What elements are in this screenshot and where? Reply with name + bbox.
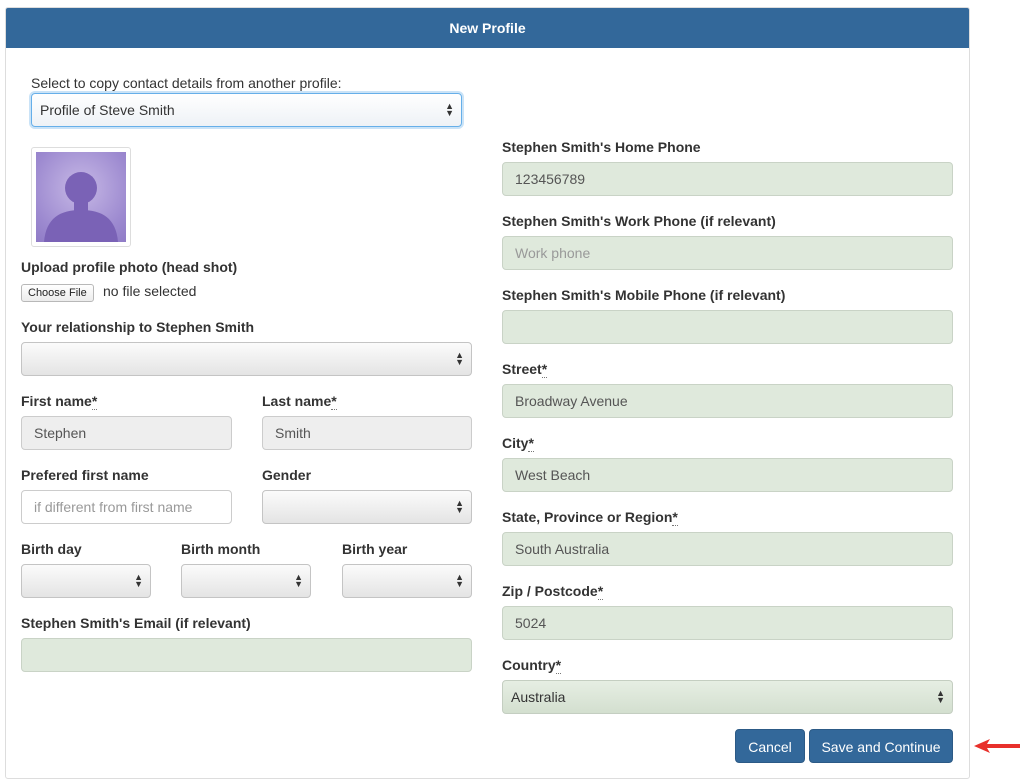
copy-profile-selected-value: Profile of Steve Smith: [40, 102, 175, 118]
state-input[interactable]: South Australia: [502, 532, 953, 566]
gender-select[interactable]: ▲ ▼: [262, 490, 472, 524]
panel-title: New Profile: [6, 8, 969, 48]
mobile-phone-label: Stephen Smith's Mobile Phone (if relevan…: [502, 287, 786, 303]
city-label: City*: [502, 435, 534, 452]
country-label-text: Country: [502, 657, 556, 673]
first-name-label-text: First name: [21, 393, 92, 409]
mobile-phone-input[interactable]: [502, 310, 953, 344]
relationship-label: Your relationship to Stephen Smith: [21, 319, 255, 335]
first-name-input[interactable]: Stephen: [21, 416, 232, 450]
profile-photo: [31, 147, 131, 247]
preferred-name-input[interactable]: if different from first name: [21, 490, 232, 524]
zip-input[interactable]: 5024: [502, 606, 953, 640]
birth-day-select[interactable]: ▲ ▼: [21, 564, 151, 598]
no-file-text: no file selected: [103, 283, 197, 299]
required-marker: *: [555, 657, 562, 674]
preferred-name-label: Prefered first name: [21, 467, 149, 483]
state-label: State, Province or Region*: [502, 509, 678, 526]
birth-month-select[interactable]: ▲ ▼: [181, 564, 311, 598]
select-arrows-icon: ▲ ▼: [936, 688, 945, 705]
country-label: Country*: [502, 657, 562, 674]
required-marker: *: [331, 393, 337, 410]
street-input[interactable]: Broadway Avenue: [502, 384, 953, 418]
birth-day-label: Birth day: [21, 541, 82, 557]
work-phone-input[interactable]: Work phone: [502, 236, 953, 270]
gender-label: Gender: [262, 467, 312, 483]
last-name-label-text: Last name: [262, 393, 332, 409]
copy-profile-select[interactable]: Profile of Steve Smith ▲ ▼: [31, 93, 462, 127]
required-marker: *: [541, 361, 548, 378]
select-arrows-icon: ▲ ▼: [455, 498, 464, 515]
relationship-select[interactable]: ▲ ▼: [21, 342, 472, 376]
avatar-placeholder-icon: [36, 152, 126, 242]
city-input[interactable]: West Beach: [502, 458, 953, 492]
required-marker: *: [597, 583, 604, 600]
first-name-label: First name*: [21, 393, 98, 410]
zip-label-text: Zip / Postcode: [502, 583, 598, 599]
zip-label: Zip / Postcode*: [502, 583, 604, 600]
upload-photo-label: Upload profile photo (head shot): [21, 259, 238, 275]
last-name-label: Last name*: [262, 393, 337, 410]
required-marker: *: [672, 509, 678, 526]
select-arrows-icon: ▲ ▼: [455, 350, 464, 367]
copy-contact-label: Select to copy contact details from anot…: [31, 75, 342, 91]
email-input[interactable]: [21, 638, 472, 672]
required-marker: *: [91, 393, 98, 410]
select-arrows-icon: ▲ ▼: [455, 572, 464, 589]
country-select[interactable]: Australia ▲ ▼: [502, 680, 953, 714]
country-value: Australia: [511, 689, 566, 705]
birth-year-label: Birth year: [342, 541, 408, 557]
birth-year-select[interactable]: ▲ ▼: [342, 564, 472, 598]
street-label: Street*: [502, 361, 548, 378]
birth-month-label: Birth month: [181, 541, 261, 557]
select-arrows-icon: ▲ ▼: [445, 101, 454, 118]
state-label-text: State, Province or Region: [502, 509, 673, 525]
email-label: Stephen Smith's Email (if relevant): [21, 615, 251, 631]
select-arrows-icon: ▲ ▼: [134, 572, 143, 589]
select-arrows-icon: ▲ ▼: [294, 572, 303, 589]
home-phone-input[interactable]: 123456789: [502, 162, 953, 196]
last-name-input[interactable]: Smith: [262, 416, 472, 450]
cancel-button[interactable]: Cancel: [735, 729, 805, 763]
city-label-text: City: [502, 435, 529, 451]
required-marker: *: [528, 435, 534, 452]
save-and-continue-button[interactable]: Save and Continue: [809, 729, 953, 763]
pointer-arrow-icon: [974, 737, 1020, 758]
choose-file-button[interactable]: Choose File: [21, 284, 94, 302]
street-label-text: Street: [502, 361, 542, 377]
work-phone-label: Stephen Smith's Work Phone (if relevant): [502, 213, 776, 229]
home-phone-label: Stephen Smith's Home Phone: [502, 139, 701, 155]
